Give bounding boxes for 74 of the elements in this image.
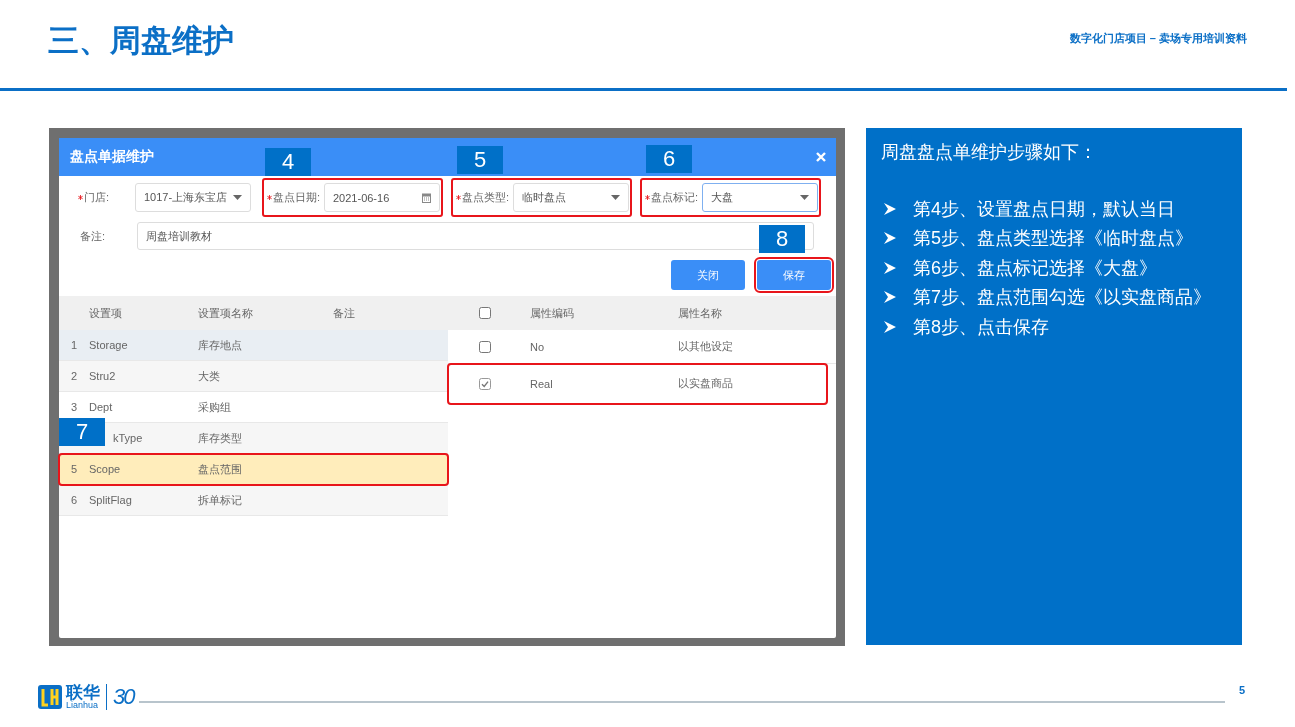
table-row[interactable]: 5 Scope 盘点范围 xyxy=(59,454,448,485)
table-cell-text: 大类 xyxy=(198,368,221,384)
dialog-title: 盘点单据维护 xyxy=(70,148,154,166)
step-text: 第7步、盘点范围勾选《以实盘商品》 xyxy=(913,286,1211,310)
step-number-badge: 5 xyxy=(457,146,503,174)
dropdown-caret-icon xyxy=(233,195,242,200)
arrow-bullet-icon xyxy=(884,320,896,333)
slide-subtitle: 数字化门店项目 – 卖场专用培训资料 xyxy=(1069,31,1247,46)
table-cell-text: 库存类型 xyxy=(198,430,243,446)
field-label: 备注: xyxy=(80,228,107,244)
close-icon[interactable] xyxy=(816,152,826,162)
table-cell-text: SplitFlag xyxy=(89,494,133,506)
table-cell-text: Stru2 xyxy=(89,370,117,382)
slide-title: 三、周盘维护 xyxy=(48,22,234,60)
logo-icon xyxy=(38,685,62,709)
dropdown-caret-icon xyxy=(611,195,620,200)
row-number: 6 xyxy=(69,494,79,506)
row-number: 2 xyxy=(69,370,79,382)
table-row[interactable]: 1 Storage 库存地点 xyxy=(59,330,448,361)
step-number-badge: 4 xyxy=(265,148,311,176)
field-label: 门店: xyxy=(84,190,110,205)
date-field[interactable]: 2021-06-16 xyxy=(324,183,440,212)
page-number: 5 xyxy=(1238,684,1245,696)
anniversary-mark: 30 xyxy=(113,684,134,710)
table-cell-text: Scope xyxy=(89,463,122,475)
step-text: 第4步、设置盘点日期，默认当日 xyxy=(913,197,1175,221)
checkbox[interactable] xyxy=(479,340,491,353)
arrow-bullet-icon xyxy=(884,232,896,245)
step-number-badge: 7 xyxy=(59,418,105,446)
row-number: 5 xyxy=(69,463,79,475)
panel-title: 周盘盘点单维护步骤如下： xyxy=(881,141,1098,164)
calendar-icon xyxy=(422,192,431,203)
column-header: 属性编码 xyxy=(529,305,575,321)
column-header: 属性名称 xyxy=(678,305,723,321)
step-text: 第6步、盘点标记选择《大盘》 xyxy=(913,256,1157,280)
dropdown-field[interactable]: 1017-上海东宝店 xyxy=(135,183,251,212)
column-header: 设置项名称 xyxy=(198,305,254,321)
table-cell-text: Dept xyxy=(89,401,114,413)
table-row[interactable]: 6 SplitFlag 拆单标记 xyxy=(59,485,448,516)
step-text: 第8步、点击保存 xyxy=(913,315,1049,339)
table-row[interactable]: 2 Stru2 大类 xyxy=(59,361,448,392)
field-label: 盘点类型: xyxy=(462,190,510,205)
field-label: 盘点日期: xyxy=(273,190,321,205)
dropdown-field[interactable]: 大盘 xyxy=(702,183,818,212)
table-cell-text: 库存地点 xyxy=(198,337,243,353)
dialog-button[interactable]: 关闭 xyxy=(671,260,745,290)
table-cell-text: 采购组 xyxy=(198,399,232,415)
column-header: 备注 xyxy=(333,305,356,321)
step-number-badge: 6 xyxy=(646,145,692,173)
step-text: 第5步、盘点类型选择《临时盘点》 xyxy=(913,227,1193,251)
row-number: 3 xyxy=(69,401,79,413)
table-row[interactable]: Real 以实盘商品 xyxy=(448,364,827,404)
table-cell-text: Storage xyxy=(89,339,129,351)
dialog-button[interactable]: 保存 xyxy=(757,260,831,290)
arrow-bullet-icon xyxy=(884,261,896,274)
brand-name: 联华 xyxy=(66,684,100,701)
field-label: 盘点标记: xyxy=(651,190,699,205)
table-cell-text: 盘点范围 xyxy=(198,461,243,477)
table-cell-text: 以实盘商品 xyxy=(678,376,734,391)
table-cell-text: kType xyxy=(112,432,144,444)
table-cell-text: 以其他设定 xyxy=(678,339,734,354)
arrow-bullet-icon xyxy=(884,291,896,304)
arrow-bullet-icon xyxy=(884,202,896,215)
table-cell-text: Real xyxy=(529,377,554,390)
checkbox[interactable] xyxy=(479,307,491,319)
step-number-badge: 8 xyxy=(759,225,805,253)
column-header: 设置项 xyxy=(89,305,123,321)
dropdown-field[interactable]: 临时盘点 xyxy=(513,183,629,212)
row-number: 1 xyxy=(69,339,79,351)
table-cell-text: No xyxy=(529,340,546,353)
checkbox[interactable] xyxy=(479,377,491,390)
table-cell-text: 拆单标记 xyxy=(198,492,243,508)
dropdown-caret-icon xyxy=(800,195,809,200)
brand-latin-name: Lianhua xyxy=(66,701,99,710)
